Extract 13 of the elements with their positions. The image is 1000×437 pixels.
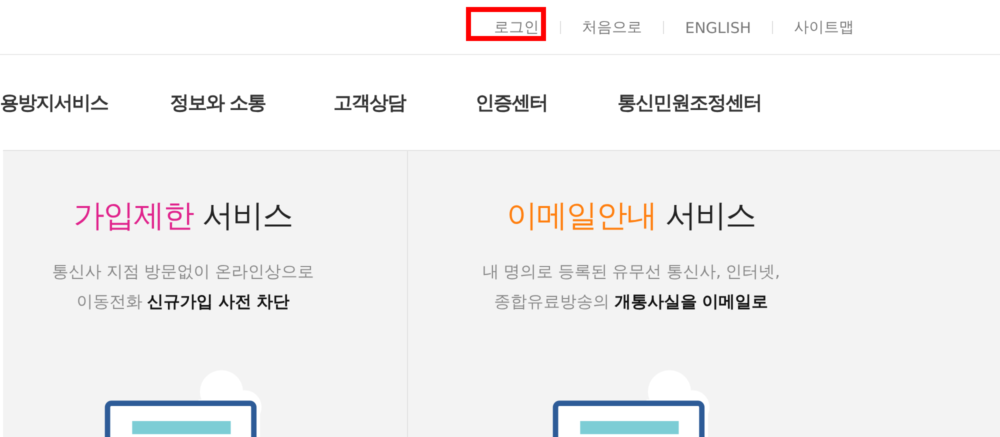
nav-menu-item[interactable]: 정보와 소통 xyxy=(170,90,266,116)
header-link[interactable]: 로그인 xyxy=(494,18,540,36)
header-link[interactable]: 사이트맵 xyxy=(794,18,854,36)
nav-menu-item[interactable]: 인증센터 xyxy=(476,90,548,116)
service-description: 통신사 지점 방문없이 온라인상으로 이동전화 신규가입 사전 차단 xyxy=(52,261,314,313)
nav-menu-item[interactable]: 통신민원조정센터 xyxy=(618,90,762,116)
header-link[interactable]: 처음으로 xyxy=(582,18,642,36)
service-title: 가입제한 서비스 xyxy=(74,197,292,236)
header-link[interactable]: ENGLISH xyxy=(685,18,751,36)
nav-menu-item[interactable]: 용방지서비스 xyxy=(0,90,108,116)
service-title: 이메일안내 서비스 xyxy=(506,197,756,236)
nav-menu-item[interactable]: 고객상담 xyxy=(334,90,406,116)
service-description: 내 명의로 등록된 유무선 통신사, 인터넷, 종합유료방송의 개통사실을 이메일로 xyxy=(482,261,780,313)
